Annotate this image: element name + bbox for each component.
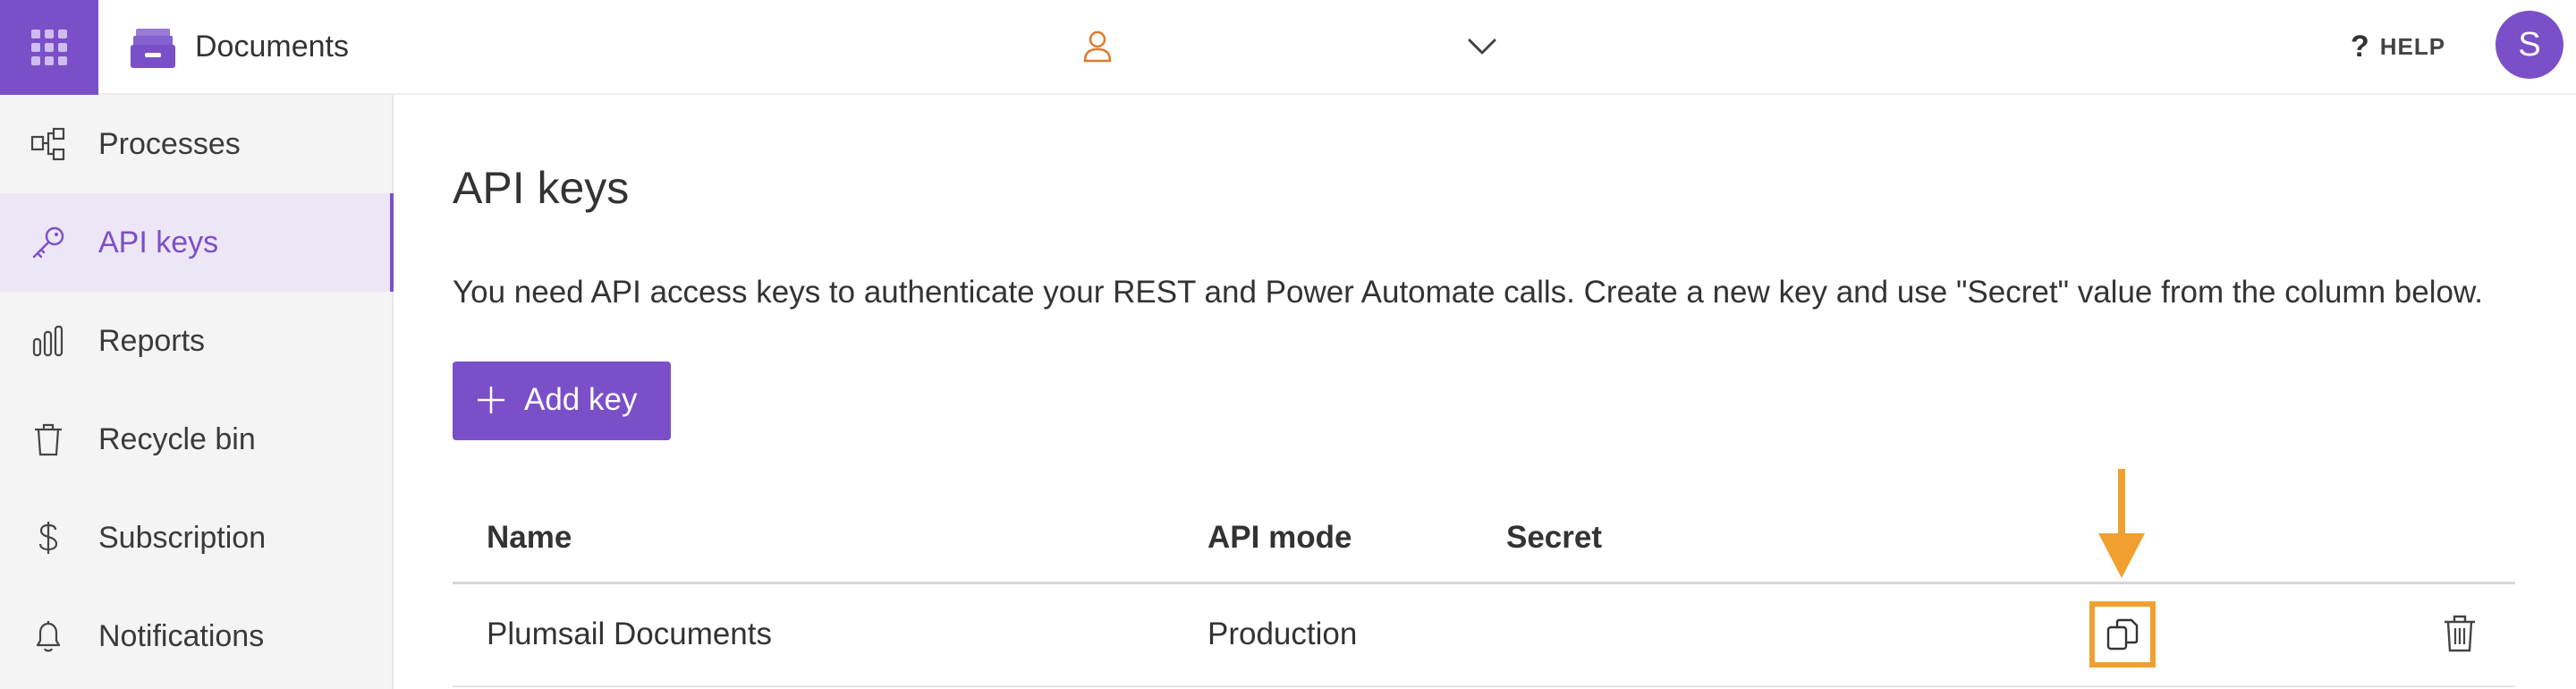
- page-title: API keys: [453, 163, 630, 213]
- app-grid-icon: [31, 30, 67, 65]
- add-key-button[interactable]: Add key: [453, 362, 671, 440]
- plus-icon: [478, 387, 504, 413]
- avatar[interactable]: S: [2496, 11, 2563, 79]
- sidebar-item-label: Notifications: [98, 618, 265, 653]
- arrow-down-icon: [2098, 469, 2145, 578]
- add-key-label: Add key: [524, 382, 638, 417]
- sidebar: Processes API keys Reports Recycle bin S…: [0, 95, 394, 689]
- key-icon: [32, 226, 64, 259]
- processes-icon: [30, 127, 65, 161]
- help-button[interactable]: ? HELP: [2351, 29, 2445, 64]
- sidebar-item-notifications[interactable]: Notifications: [0, 587, 394, 685]
- app-launcher-button[interactable]: [0, 0, 98, 95]
- sidebar-item-label: Subscription: [98, 520, 267, 555]
- table-row-divider: [453, 685, 2515, 687]
- column-header-api-mode: API mode: [1208, 520, 1352, 555]
- trash-icon: [35, 423, 62, 456]
- sidebar-item-processes[interactable]: Processes: [0, 95, 394, 193]
- sidebar-item-label: API keys: [98, 225, 219, 259]
- sidebar-item-label: Processes: [98, 126, 241, 161]
- column-header-secret: Secret: [1506, 520, 1603, 555]
- sidebar-item-reports[interactable]: Reports: [0, 292, 394, 390]
- help-icon: ?: [2351, 30, 2369, 64]
- sidebar-item-recycle-bin[interactable]: Recycle bin: [0, 390, 394, 489]
- copy-icon: [2106, 618, 2139, 651]
- app-title: Documents: [195, 30, 349, 64]
- dollar-icon: [38, 522, 58, 554]
- table-header-divider: [453, 582, 2515, 584]
- bell-icon: [36, 621, 61, 652]
- column-header-name: Name: [487, 520, 572, 555]
- cell-name: Plumsail Documents: [487, 617, 772, 651]
- page-description: You need API access keys to authenticate…: [453, 275, 2484, 310]
- sidebar-item-api-keys[interactable]: API keys: [0, 193, 394, 292]
- user-icon[interactable]: [1082, 30, 1113, 63]
- sidebar-item-label: Reports: [98, 323, 206, 358]
- copy-secret-button[interactable]: [2089, 601, 2156, 668]
- chevron-down-icon[interactable]: [1467, 36, 1497, 57]
- top-bar: Documents ? HELP S: [0, 0, 2576, 95]
- documents-logo-icon: [131, 29, 175, 68]
- sidebar-item-subscription[interactable]: Subscription: [0, 489, 394, 587]
- sidebar-item-label: Recycle bin: [98, 421, 256, 456]
- help-label: HELP: [2379, 33, 2446, 60]
- reports-icon: [32, 325, 64, 357]
- delete-icon[interactable]: [2442, 614, 2478, 653]
- cell-api-mode: Production: [1208, 617, 1358, 651]
